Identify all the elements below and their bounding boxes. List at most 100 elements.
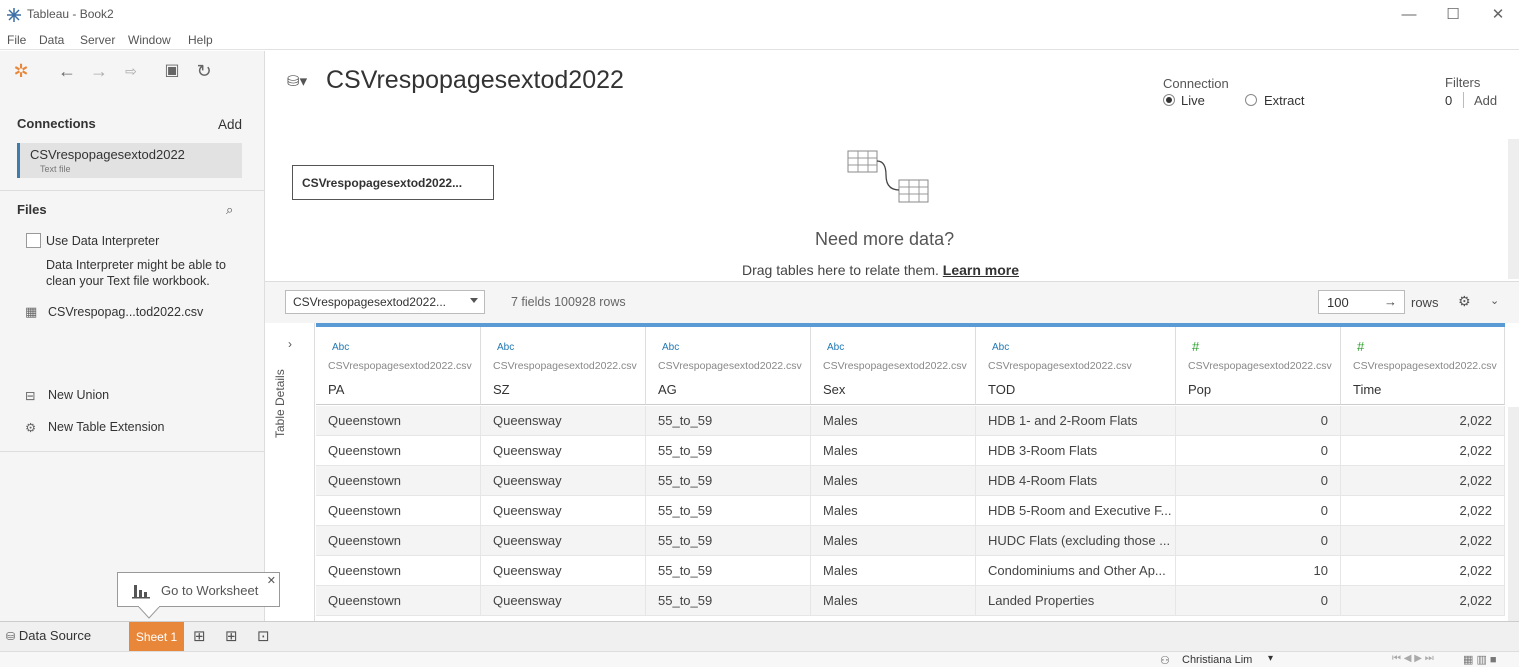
undo-icon[interactable]: ← <box>56 60 78 82</box>
column-name[interactable]: PA <box>328 382 344 397</box>
tooltip-text: Go to Worksheet <box>161 583 259 598</box>
menu-help[interactable]: Help <box>188 33 213 47</box>
grid-scrollbar[interactable] <box>1508 407 1519 621</box>
column-header-sex[interactable]: Abc CSVrespopagesextod2022.csv Sex <box>811 327 976 405</box>
new-union[interactable]: New Union <box>48 388 109 402</box>
redo-icon[interactable]: → <box>88 60 110 82</box>
column-header-time[interactable]: # CSVrespopagesextod2022.csv Time <box>1341 327 1505 405</box>
table-row: Queenstown Queensway 55_to_59 Males HDB 3-Ro… <box>316 436 1505 466</box>
new-dashboard-icon[interactable]: ⊞ <box>225 627 238 645</box>
string-type-icon[interactable]: Abc <box>662 342 679 353</box>
extract-label: Extract <box>1264 93 1305 108</box>
string-type-icon[interactable]: Abc <box>332 342 349 353</box>
column-name[interactable]: Sex <box>823 382 845 397</box>
column-header-sz[interactable]: Abc CSVrespopagesextod2022.csv SZ <box>481 327 646 405</box>
connection-item[interactable]: CSVrespopagesextod2022 Text file <box>17 143 242 178</box>
number-type-icon[interactable]: # <box>1357 339 1364 354</box>
database-icon[interactable]: ⛁▾ <box>287 72 307 90</box>
number-type-icon[interactable]: # <box>1192 339 1199 354</box>
learn-more-link[interactable]: Learn more <box>943 262 1019 278</box>
tableau-home-icon[interactable]: ✲ <box>10 60 32 82</box>
table-cell: 2,022 <box>1341 496 1505 526</box>
new-table-extension[interactable]: New Table Extension <box>48 420 165 434</box>
table-row: Queenstown Queensway 55_to_59 Males HDB 4-Ro… <box>316 466 1505 496</box>
table-row: Queenstown Queensway 55_to_59 Males Condomin… <box>316 556 1505 586</box>
chevron-down-icon <box>470 298 478 303</box>
chevron-down-icon[interactable]: ⌄ <box>1490 294 1499 307</box>
connection-name: CSVrespopagesextod2022 <box>30 147 185 162</box>
column-source: CSVrespopagesextod2022.csv <box>328 360 472 372</box>
save-icon[interactable]: ▣ <box>161 60 183 82</box>
database-icon: ⛁ <box>6 631 16 643</box>
add-connection-link[interactable]: Add <box>218 117 242 132</box>
column-name[interactable]: AG <box>658 382 677 397</box>
column-header-ag[interactable]: Abc CSVrespopagesextod2022.csv AG <box>646 327 811 405</box>
drag-tables-hint: Drag tables here to relate them. Learn m… <box>742 262 1019 278</box>
menu-file[interactable]: File <box>7 33 26 47</box>
arrow-right-icon[interactable]: → <box>1384 294 1397 309</box>
column-name[interactable]: SZ <box>493 382 510 397</box>
interpreter-hint-line1: Data Interpreter might be able to <box>46 258 226 272</box>
rows-input[interactable]: 100 → <box>1318 290 1405 314</box>
tooltip-pointer <box>138 606 160 619</box>
data-source-tab[interactable]: ⛁ Data Source <box>6 628 91 643</box>
table-select[interactable]: CSVrespopagesextod2022... <box>285 290 485 314</box>
canvas-scrollbar[interactable] <box>1508 139 1519 279</box>
string-type-icon[interactable]: Abc <box>827 342 844 353</box>
close-window-button[interactable]: ✕ <box>1486 4 1510 26</box>
column-name[interactable]: Time <box>1353 382 1381 397</box>
menu-data[interactable]: Data <box>39 33 64 47</box>
data-source-tab-label: Data Source <box>18 628 92 643</box>
use-data-interpreter-checkbox[interactable] <box>26 233 41 248</box>
column-header-pa[interactable]: Abc CSVrespopagesextod2022.csv PA <box>316 327 481 405</box>
user-name[interactable]: Christiana Lim <box>1182 654 1252 666</box>
table-cell: Males <box>811 466 976 496</box>
gear-icon[interactable]: ⚙ <box>1458 293 1471 310</box>
new-worksheet-icon[interactable]: ⊞ <box>193 627 206 645</box>
table-cell: 2,022 <box>1341 466 1505 496</box>
file-item[interactable]: CSVrespopag...tod2022.csv <box>48 305 203 319</box>
string-type-icon[interactable]: Abc <box>992 342 1009 353</box>
sheet-tab[interactable]: Sheet 1 <box>129 622 184 652</box>
column-header-pop[interactable]: # CSVrespopagesextod2022.csv Pop <box>1176 327 1341 405</box>
go-to-worksheet-tooltip[interactable]: Go to Worksheet ✕ <box>117 572 280 607</box>
table-select-value: CSVrespopagesextod2022... <box>293 295 446 309</box>
column-source: CSVrespopagesextod2022.csv <box>493 360 637 372</box>
menu-window[interactable]: Window <box>128 33 171 47</box>
relationship-diagram-icon <box>847 150 929 203</box>
replay-icon[interactable]: ⇨ <box>120 60 142 82</box>
need-more-data-heading: Need more data? <box>815 229 955 249</box>
minimize-button[interactable]: — <box>1397 4 1421 26</box>
search-icon[interactable]: ⌕ <box>226 202 233 218</box>
new-story-icon[interactable]: ⊡ <box>257 627 270 645</box>
column-source: CSVrespopagesextod2022.csv <box>1353 360 1497 372</box>
live-radio[interactable] <box>1163 94 1175 106</box>
string-type-icon[interactable]: Abc <box>497 342 514 353</box>
table-cell: Queenstown <box>316 436 481 466</box>
table-cell: 2,022 <box>1341 586 1505 616</box>
table-cell: Queensway <box>481 466 646 496</box>
chevron-down-icon[interactable]: ▾ <box>1268 653 1273 664</box>
interpreter-hint-line2: clean your Text file workbook. <box>46 274 210 288</box>
table-cell: Queenstown <box>316 526 481 556</box>
datasource-title[interactable]: CSVrespopagesextod2022 <box>326 66 624 95</box>
column-source: CSVrespopagesextod2022.csv <box>823 360 967 372</box>
refresh-icon[interactable]: ↻ <box>193 60 215 82</box>
column-name[interactable]: TOD <box>988 382 1015 397</box>
close-icon[interactable]: ✕ <box>267 574 276 587</box>
menu-server[interactable]: Server <box>80 33 115 47</box>
maximize-button[interactable]: ☐ <box>1441 4 1465 26</box>
column-name[interactable]: Pop <box>1188 382 1211 397</box>
column-header-tod[interactable]: Abc CSVrespopagesextod2022.csv TOD <box>976 327 1176 405</box>
canvas-table[interactable]: CSVrespopagesextod2022... <box>292 165 494 200</box>
table-row: Queenstown Queensway 55_to_59 Males HDB 1- a… <box>316 406 1505 436</box>
add-filter-link[interactable]: Add <box>1474 93 1497 108</box>
sheet-nav-icons[interactable]: ⏮ ◀ ▶ ⏭ <box>1392 653 1434 664</box>
table-cell: 55_to_59 <box>646 466 811 496</box>
tableau-logo-icon <box>7 8 21 22</box>
table-cell: 0 <box>1176 436 1341 466</box>
extract-radio[interactable] <box>1245 94 1257 106</box>
table-cell: Males <box>811 436 976 466</box>
view-mode-icons[interactable]: ▦ ▥ ■ <box>1463 653 1497 666</box>
chevron-right-icon[interactable]: › <box>288 337 292 351</box>
